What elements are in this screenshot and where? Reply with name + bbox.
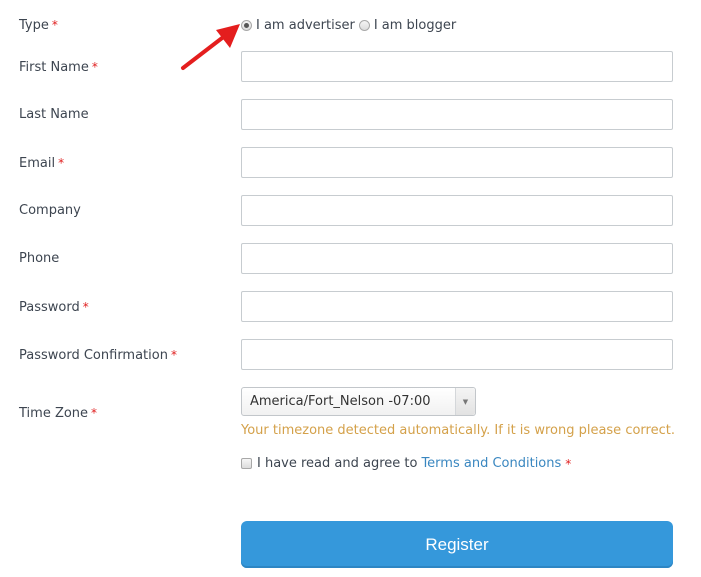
password-confirmation-input[interactable] — [241, 339, 673, 370]
timezone-label: Time Zone * — [19, 405, 97, 422]
phone-label-text: Phone — [19, 251, 60, 266]
timezone-label-text: Time Zone — [19, 406, 89, 421]
required-marker: * — [58, 156, 65, 170]
terms-checkbox[interactable] — [241, 458, 252, 469]
red-arrow-icon — [181, 24, 240, 70]
password-label-text: Password — [19, 300, 80, 315]
terms-agreement: I have read and agree to Terms and Condi… — [241, 456, 571, 471]
email-label-text: Email — [19, 156, 56, 171]
terms-agree-text: I have read and agree to — [257, 456, 418, 471]
required-marker: * — [170, 348, 177, 362]
timezone-select[interactable]: America/Fort_Nelson -07:00 ▼ — [241, 387, 476, 416]
timezone-hint: Your timezone detected automatically. If… — [241, 423, 675, 438]
timezone-selected-value: America/Fort_Nelson -07:00 — [250, 394, 431, 409]
company-label: Company — [19, 203, 81, 219]
dropdown-arrow-button[interactable]: ▼ — [455, 388, 475, 415]
required-marker: * — [51, 18, 58, 32]
type-radio-group: I am advertiser I am blogger — [241, 16, 460, 34]
email-input[interactable] — [241, 147, 673, 178]
last-name-label-text: Last Name — [19, 107, 89, 122]
password-confirmation-label: Password Confirmation * — [19, 347, 177, 364]
first-name-label-text: First Name — [19, 60, 89, 75]
first-name-input[interactable] — [241, 51, 673, 82]
password-label: Password * — [19, 299, 89, 316]
phone-label: Phone — [19, 251, 59, 267]
password-confirmation-label-text: Password Confirmation — [19, 348, 168, 363]
radio-blogger-label[interactable]: I am blogger — [374, 18, 456, 33]
terms-link[interactable]: Terms and Conditions — [421, 456, 561, 471]
email-label: Email * — [19, 155, 64, 172]
chevron-down-icon: ▼ — [462, 397, 469, 406]
phone-input[interactable] — [241, 243, 673, 274]
last-name-input[interactable] — [241, 99, 673, 130]
type-label-text: Type — [19, 18, 49, 33]
type-label: Type * — [19, 17, 58, 34]
radio-advertiser-label[interactable]: I am advertiser — [256, 18, 355, 33]
required-marker: * — [91, 406, 98, 420]
password-input[interactable] — [241, 291, 673, 322]
required-marker: * — [91, 60, 98, 74]
first-name-label: First Name * — [19, 59, 98, 76]
last-name-label: Last Name — [19, 107, 89, 123]
required-marker: * — [82, 300, 89, 314]
register-button[interactable]: Register — [241, 521, 673, 568]
company-input[interactable] — [241, 195, 673, 226]
company-label-text: Company — [19, 203, 81, 218]
required-marker: * — [565, 456, 572, 471]
radio-blogger[interactable] — [358, 19, 370, 31]
